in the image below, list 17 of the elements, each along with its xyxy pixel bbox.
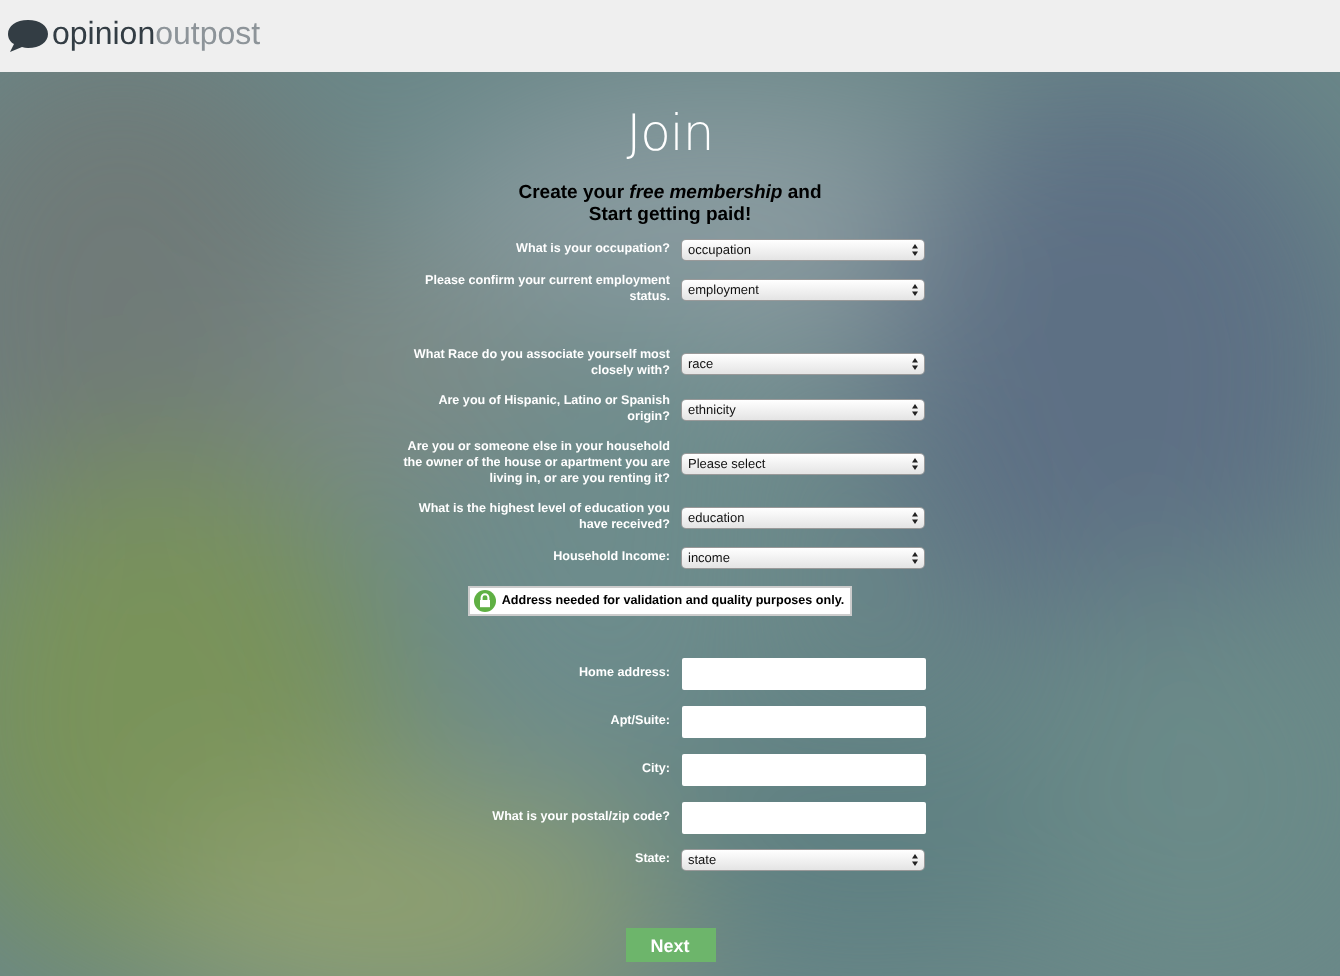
text-field[interactable] xyxy=(682,754,926,786)
dropdown-arrows-icon xyxy=(912,244,918,256)
text-field[interactable] xyxy=(682,658,926,690)
logo-text: outpost xyxy=(155,18,261,54)
dropdown-arrows-icon xyxy=(912,284,918,296)
logo-text: opinion xyxy=(52,18,156,54)
dropdown-arrows-icon xyxy=(912,854,918,866)
dropdown-arrows-icon xyxy=(912,512,918,524)
dropdown-arrows-icon xyxy=(912,552,918,564)
speech-bubble-icon xyxy=(6,18,50,54)
dropdown-arrows-icon xyxy=(912,404,918,416)
dropdown-arrows-icon xyxy=(912,458,918,470)
page-title: Join xyxy=(626,106,714,162)
text-field[interactable] xyxy=(682,706,926,738)
text-field[interactable] xyxy=(682,802,926,834)
dropdown-arrows-icon xyxy=(912,358,918,370)
signup-heading: Create your free membership and Start getting paid! xyxy=(518,182,822,226)
